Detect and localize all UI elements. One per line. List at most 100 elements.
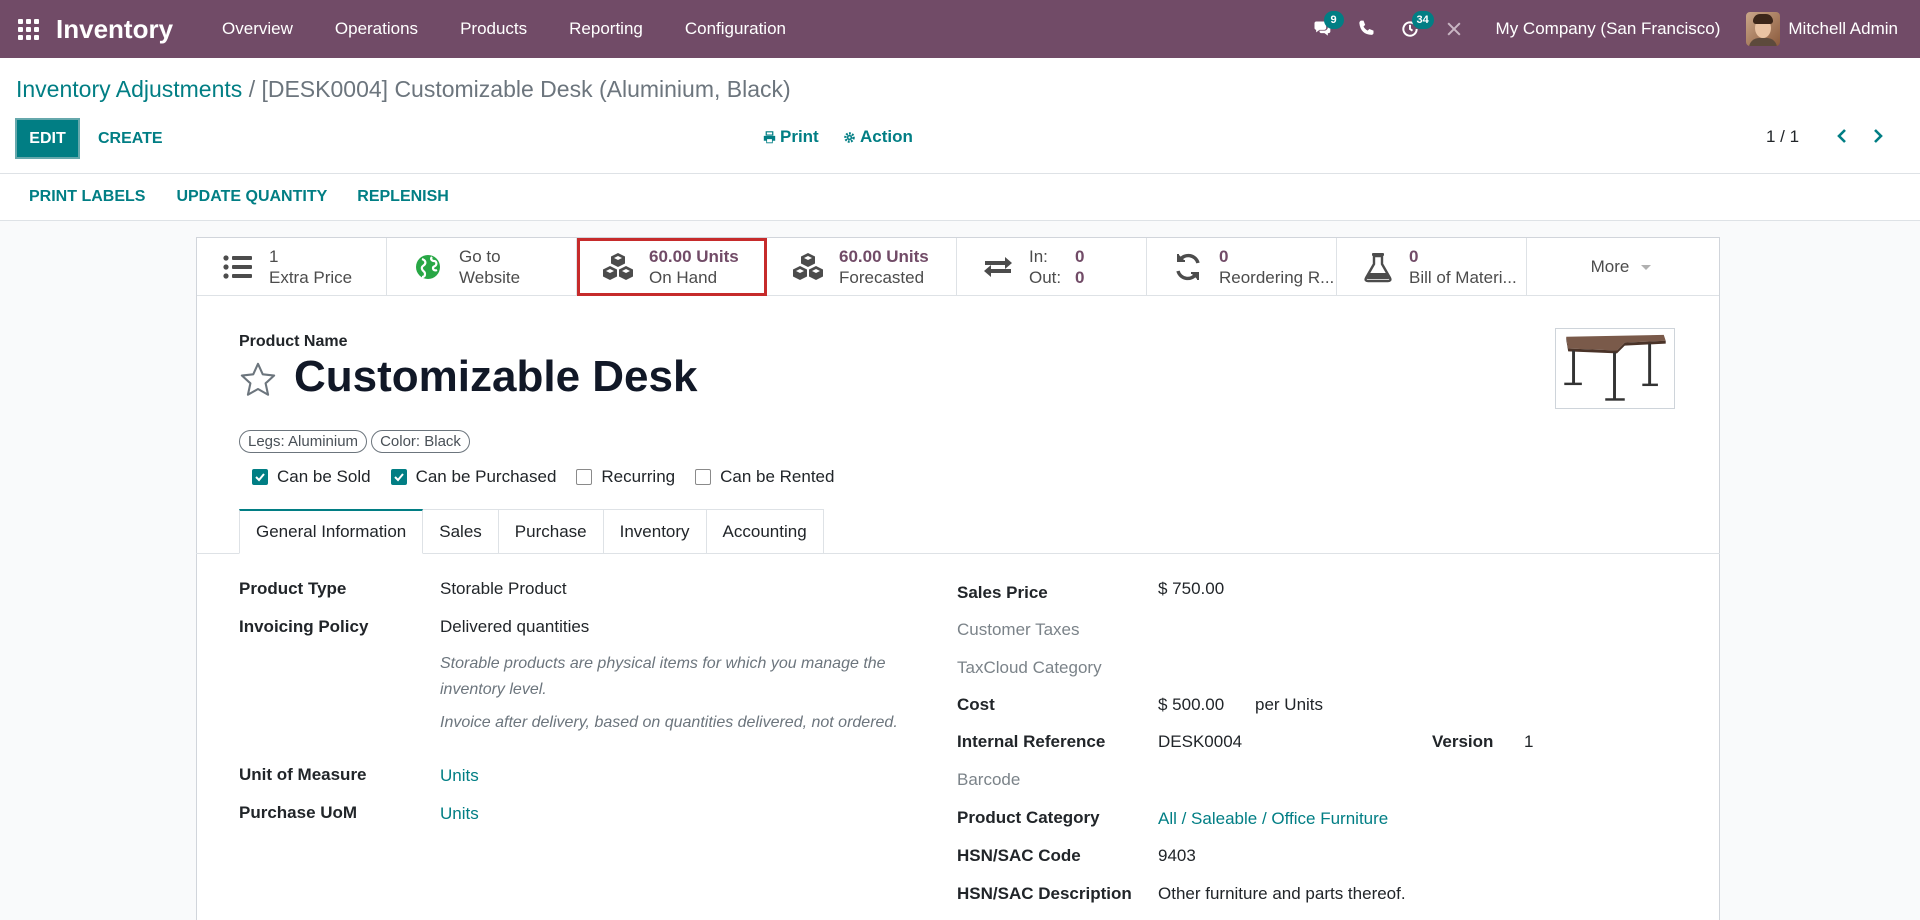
user-avatar [1746, 12, 1781, 46]
product-name[interactable]: Customizable Desk [294, 352, 697, 402]
product-type-help: Storable products are physical items for… [440, 655, 886, 698]
invoicing-policy-label: Invoicing Policy [239, 617, 369, 636]
in-value: 0 [1075, 247, 1085, 266]
recurring-checkbox[interactable]: Recurring [576, 467, 675, 487]
form-statusbar: PRINT LABELS UPDATE QUANTITY REPLENISH [0, 174, 1920, 221]
taxcloud-category-label: TaxCloud Category [957, 658, 1102, 677]
bill-of-materials-button[interactable]: 0 Bill of Materi... [1337, 238, 1527, 296]
internal-reference-value[interactable]: DESK0004 [1158, 732, 1242, 752]
extra-price-button[interactable]: 1 Extra Price [197, 238, 387, 296]
product-options: Can be Sold Can be Purchased Recurring C… [252, 467, 854, 487]
in-out-button[interactable]: In: 0 Out: 0 [957, 238, 1147, 296]
extra-price-value: 1 [269, 247, 279, 266]
debug-tools-icon[interactable] [1432, 0, 1476, 58]
on-hand-label: On Hand [649, 268, 718, 287]
action-button[interactable]: Action [843, 127, 913, 147]
uom-value[interactable]: Units [440, 766, 479, 786]
exchange-arrows-icon [977, 251, 1019, 283]
tab-accounting[interactable]: Accounting [706, 509, 824, 554]
activity-badge: 34 [1411, 11, 1434, 29]
in-label: In: [1029, 247, 1048, 266]
menu-operations[interactable]: Operations [314, 0, 439, 58]
out-value: 0 [1075, 268, 1085, 287]
website-line2: Website [459, 268, 521, 287]
tab-sales[interactable]: Sales [423, 509, 499, 554]
forecasted-button[interactable]: 60.00 Units Forecasted [767, 238, 957, 296]
reordering-rules-button[interactable]: 0 Reordering R... [1147, 238, 1337, 296]
can-be-rented-label: Can be Rented [720, 467, 835, 486]
cubes-icon [787, 251, 829, 283]
menu-reporting[interactable]: Reporting [548, 0, 664, 58]
can-be-sold-checkbox[interactable]: Can be Sold [252, 467, 371, 487]
notebook-tabs: General Information Sales Purchase Inven… [239, 509, 824, 554]
recurring-label: Recurring [601, 467, 676, 486]
print-labels-button[interactable]: PRINT LABELS [17, 188, 157, 206]
replenish-button[interactable]: REPLENISH [345, 188, 461, 206]
breadcrumb-current: [DESK0004] Customizable Desk (Aluminium,… [261, 76, 791, 102]
on-hand-value: 60.00 Units [649, 247, 739, 266]
hsn-description-label: HSN/SAC Description [957, 884, 1132, 903]
user-menu[interactable]: Mitchell Admin [1746, 12, 1920, 46]
checkbox-unchecked-icon [576, 469, 593, 485]
company-switcher[interactable]: My Company (San Francisco) [1476, 19, 1747, 39]
purchase-uom-label: Purchase UoM [239, 803, 358, 822]
invoicing-policy-value[interactable]: Delivered quantities [440, 617, 589, 637]
tag-legs: Legs: Aluminium [239, 430, 368, 453]
version-label: Version [1432, 732, 1494, 751]
version-value[interactable]: 1 [1524, 732, 1533, 752]
forecasted-label: Forecasted [839, 268, 925, 287]
phone-icon[interactable] [1344, 0, 1388, 58]
create-button[interactable]: CREATE [98, 118, 163, 159]
uom-label: Unit of Measure [239, 765, 367, 784]
print-button[interactable]: Print [763, 127, 819, 147]
smart-button-box: 1 Extra Price Go to Website 60.00 Units On … [197, 238, 1719, 296]
control-panel: Inventory Adjustments / [DESK0004] Custo… [0, 58, 1920, 174]
print-icon [763, 130, 776, 143]
purchase-uom-value[interactable]: Units [440, 804, 479, 824]
flask-icon [1357, 251, 1399, 283]
pager-previous-icon[interactable] [1830, 124, 1854, 148]
app-brand[interactable]: Inventory [56, 14, 173, 45]
hsn-description-value[interactable]: Other furniture and parts thereof. [1158, 884, 1406, 904]
invoicing-policy-help: Invoice after delivery, based on quantit… [440, 714, 898, 731]
pager-value[interactable]: 1 / 1 [1766, 127, 1799, 147]
checkbox-checked-icon [390, 469, 407, 485]
tab-general-information[interactable]: General Information [239, 509, 424, 554]
tab-inventory[interactable]: Inventory [603, 509, 707, 554]
update-quantity-button[interactable]: UPDATE QUANTITY [164, 188, 339, 206]
reordering-value: 0 [1219, 247, 1229, 266]
internal-reference-label: Internal Reference [957, 732, 1106, 751]
tab-purchase[interactable]: Purchase [498, 509, 604, 554]
product-category-value[interactable]: All / Saleable / Office Furniture [1158, 809, 1388, 829]
menu-products[interactable]: Products [439, 0, 548, 58]
activity-clock-icon[interactable]: 34 [1388, 0, 1434, 58]
bom-label: Bill of Materi... [1409, 268, 1517, 287]
hsn-code-value[interactable]: 9403 [1158, 846, 1196, 866]
out-label: Out: [1029, 268, 1062, 287]
globe-icon [407, 251, 449, 283]
messages-icon[interactable]: 9 [1300, 0, 1344, 58]
can-be-purchased-checkbox[interactable]: Can be Purchased [390, 467, 556, 487]
product-image[interactable] [1555, 328, 1675, 409]
go-to-website-button[interactable]: Go to Website [387, 238, 577, 296]
more-button[interactable]: More [1527, 238, 1715, 296]
menu-configuration[interactable]: Configuration [664, 0, 807, 58]
product-type-value[interactable]: Storable Product [440, 579, 567, 599]
sales-price-label: Sales Price [957, 583, 1048, 602]
tag-color: Color: Black [371, 430, 470, 453]
can-be-rented-checkbox[interactable]: Can be Rented [695, 467, 834, 487]
edit-button[interactable]: EDIT [15, 118, 80, 159]
checkbox-checked-icon [252, 469, 268, 485]
pager-next-icon[interactable] [1866, 124, 1890, 148]
product-type-label: Product Type [239, 579, 347, 598]
sales-price-value[interactable]: $ 750.00 [1158, 579, 1224, 599]
attribute-tags: Legs: Aluminium Color: Black [239, 430, 474, 453]
more-label: More [1590, 257, 1630, 276]
menu-overview[interactable]: Overview [201, 0, 314, 58]
cost-value[interactable]: $ 500.00 [1158, 695, 1224, 715]
favorite-star-icon[interactable] [239, 361, 277, 399]
on-hand-button[interactable]: 60.00 Units On Hand [577, 238, 767, 296]
breadcrumb-inventory-adjustments[interactable]: Inventory Adjustments [16, 76, 242, 102]
apps-menu-icon[interactable] [0, 0, 56, 58]
user-name: Mitchell Admin [1788, 19, 1898, 38]
